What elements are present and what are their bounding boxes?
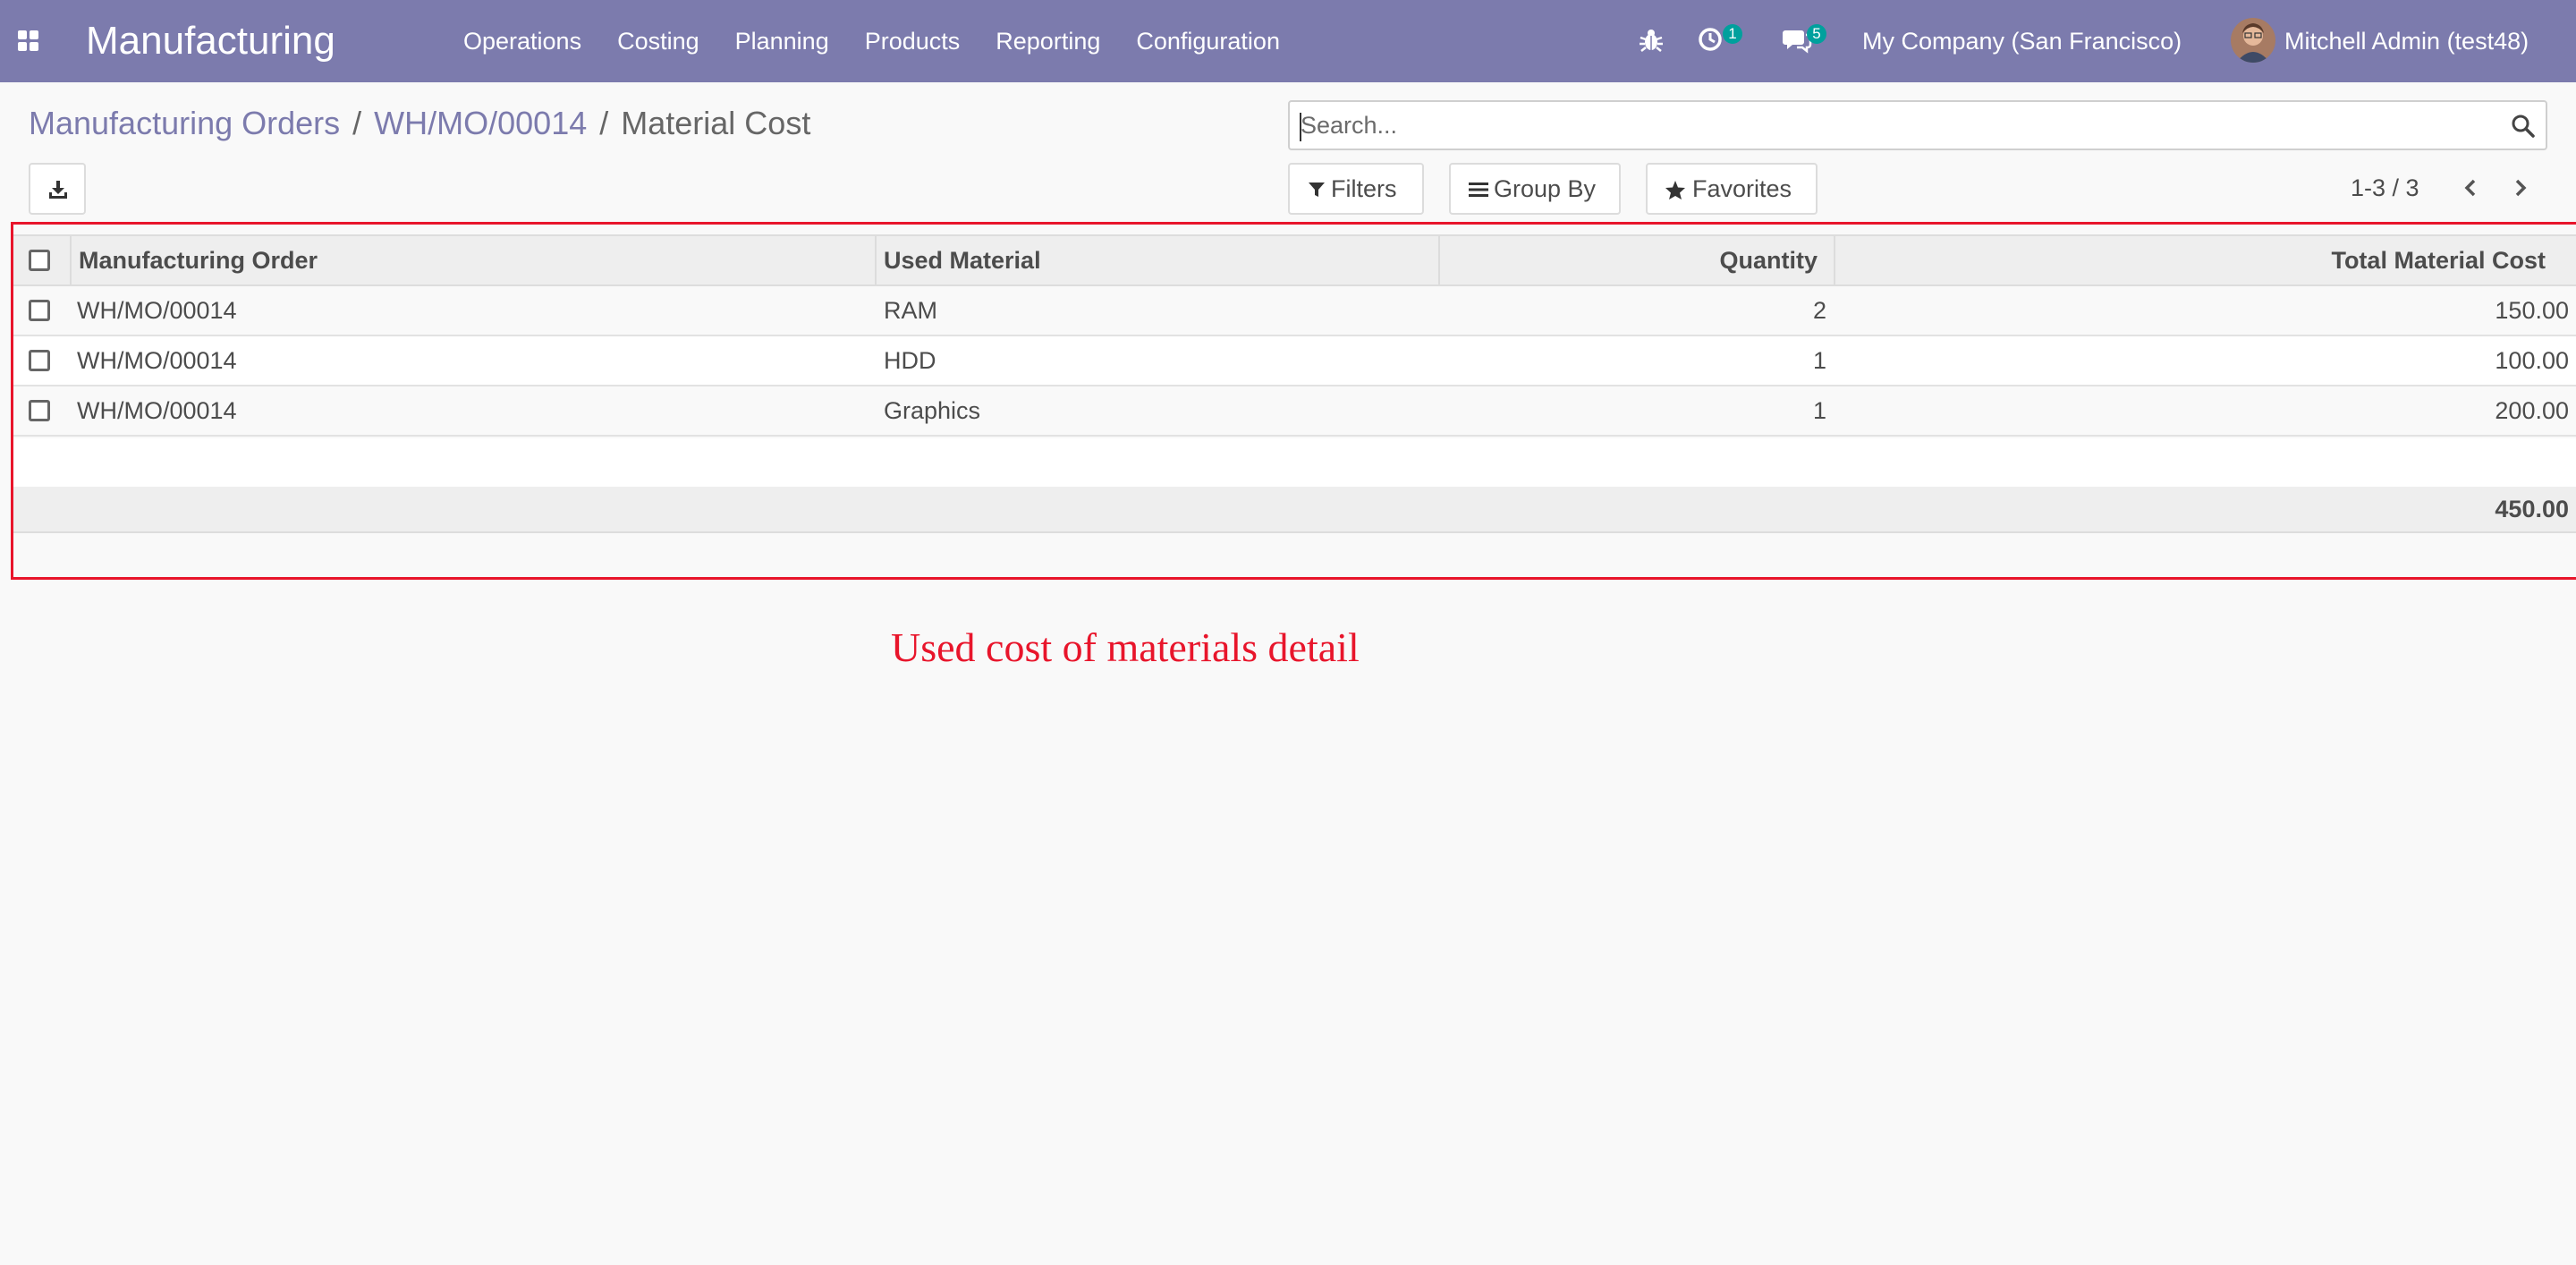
top-navbar: Manufacturing Operations Costing Plannin… (0, 0, 2576, 82)
cell-manufacturing-order: WH/MO/00014 (77, 297, 237, 324)
main-menu: Operations Costing Planning Products Rep… (463, 25, 1316, 57)
export-button[interactable] (29, 163, 86, 215)
search-input[interactable] (1301, 107, 2490, 143)
row-checkbox[interactable] (29, 300, 50, 321)
filter-icon (1309, 183, 1325, 197)
cell-total-material-cost: 200.00 (2495, 397, 2569, 424)
filters-label: Filters (1331, 175, 1397, 202)
cell-used-material: RAM (884, 297, 937, 324)
empty-row (13, 438, 2576, 488)
cell-manufacturing-order: WH/MO/00014 (77, 347, 237, 374)
group-by-button[interactable]: Group By (1449, 163, 1621, 215)
breadcrumb-separator: / (352, 105, 362, 141)
column-header-manufacturing-order[interactable]: Manufacturing Order (79, 236, 318, 284)
chevron-right-icon[interactable] (2508, 175, 2533, 200)
column-header-quantity[interactable]: Quantity (1719, 236, 1818, 284)
download-icon (49, 181, 67, 199)
menu-item-reporting[interactable]: Reporting (996, 25, 1100, 57)
cell-quantity: 1 (1812, 347, 1826, 374)
search-box (1288, 100, 2547, 150)
star-icon (1665, 181, 1685, 200)
row-checkbox[interactable] (29, 350, 50, 371)
chevron-left-icon[interactable] (2458, 175, 2483, 200)
cell-total-material-cost: 100.00 (2495, 347, 2569, 374)
breadcrumb-separator: / (599, 105, 609, 141)
list-icon (1469, 183, 1488, 197)
table-row[interactable]: WH/MO/00014 RAM 2 150.00 (13, 286, 2576, 336)
row-checkbox[interactable] (29, 400, 50, 421)
page-title: Material Cost (621, 105, 811, 141)
user-menu[interactable]: Mitchell Admin (test48) (2284, 25, 2529, 57)
menu-item-configuration[interactable]: Configuration (1136, 25, 1280, 57)
cell-used-material: HDD (884, 347, 936, 374)
cell-total-material-cost: 150.00 (2495, 297, 2569, 324)
app-title[interactable]: Manufacturing (86, 14, 335, 68)
menu-item-operations[interactable]: Operations (463, 25, 581, 57)
avatar[interactable] (2231, 18, 2275, 63)
breadcrumb: Manufacturing Orders / WH/MO/00014 / Materia… (29, 102, 810, 145)
table-footer: 450.00 (13, 487, 2576, 533)
menu-item-products[interactable]: Products (865, 25, 961, 57)
bug-icon[interactable] (1639, 27, 1664, 54)
cell-used-material: Graphics (884, 397, 981, 424)
menu-item-planning[interactable]: Planning (735, 25, 829, 57)
search-icon[interactable] (2510, 113, 2537, 140)
cell-manufacturing-order: WH/MO/00014 (77, 397, 237, 424)
column-header-used-material[interactable]: Used Material (884, 236, 1041, 284)
total-material-cost-sum: 450.00 (2495, 496, 2569, 522)
select-all-checkbox[interactable] (29, 250, 50, 271)
column-divider (70, 236, 72, 284)
material-cost-list: Manufacturing Order Used Material Quanti… (0, 234, 2576, 580)
table-row[interactable]: WH/MO/00014 HDD 1 100.00 (13, 336, 2576, 386)
table-header: Manufacturing Order Used Material Quanti… (13, 234, 2576, 286)
column-divider (1438, 236, 1440, 284)
column-divider (1834, 236, 1835, 284)
group-by-label: Group By (1494, 175, 1597, 202)
cell-quantity: 1 (1812, 397, 1826, 424)
company-switcher[interactable]: My Company (San Francisco) (1862, 25, 2182, 57)
cell-quantity: 2 (1812, 297, 1826, 324)
activity-count-badge: 1 (1723, 24, 1742, 44)
annotation-label: Used cost of materials detail (891, 624, 1360, 670)
breadcrumb-mo-reference[interactable]: WH/MO/00014 (374, 105, 587, 141)
menu-item-costing[interactable]: Costing (617, 25, 699, 57)
clock-icon[interactable] (1698, 25, 1726, 54)
filters-button[interactable]: Filters (1288, 163, 1424, 215)
message-count-badge: 5 (1807, 24, 1826, 44)
apps-menu-icon[interactable] (18, 30, 39, 52)
table-row[interactable]: WH/MO/00014 Graphics 1 200.00 (13, 386, 2576, 437)
breadcrumb-manufacturing-orders[interactable]: Manufacturing Orders (29, 105, 340, 141)
pager-value[interactable]: 1-3 / 3 (2351, 172, 2419, 204)
favorites-button[interactable]: Favorites (1646, 163, 1818, 215)
text-cursor (1300, 113, 1301, 141)
column-divider (875, 236, 877, 284)
favorites-label: Favorites (1692, 175, 1792, 202)
column-header-total-material-cost[interactable]: Total Material Cost (2331, 236, 2546, 284)
